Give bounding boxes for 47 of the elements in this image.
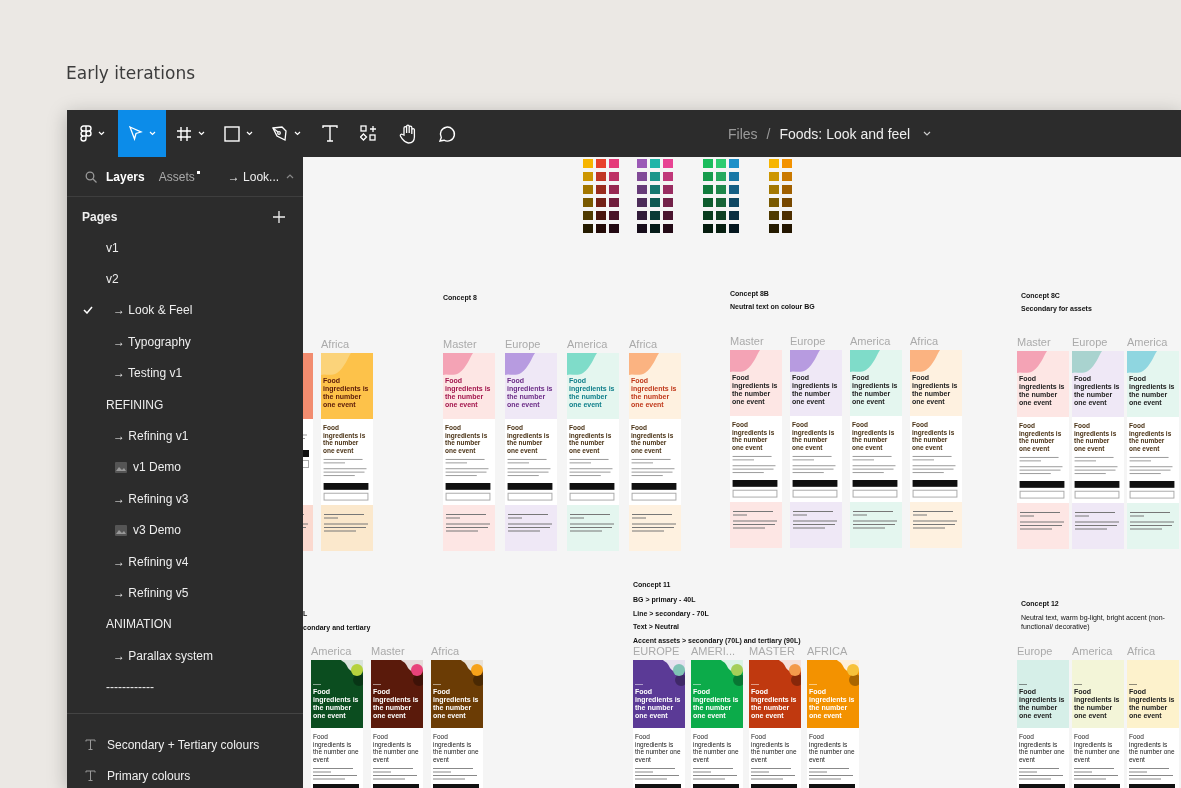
page-switcher[interactable]: → Look... — [227, 169, 280, 184]
variant-label: America — [311, 645, 353, 659]
variant-label: Africa — [1127, 645, 1157, 659]
page-heading: Early iterations — [65, 62, 196, 85]
pages-title: Pages — [82, 209, 118, 224]
page-item[interactable]: ANIMATION — [67, 608, 303, 641]
page-item[interactable]: → Testing v1 — [67, 357, 303, 389]
page-item[interactable]: v3 Demo — [67, 514, 303, 546]
variant-label: AMERI... — [691, 645, 736, 659]
page-item[interactable]: REFINING — [67, 388, 303, 421]
variant-label: Master — [730, 335, 765, 349]
variant-label: Master — [443, 338, 478, 352]
page-item[interactable]: → Typography — [67, 326, 303, 358]
variant-label: AFRICA — [807, 645, 849, 659]
variant-label: Africa — [629, 338, 659, 352]
page-item[interactable]: v2 — [67, 263, 303, 295]
variant-label: America — [1127, 336, 1169, 350]
file-name[interactable]: Foods: Look and feel — [779, 125, 911, 142]
page-item[interactable]: → Parallax system — [67, 640, 303, 672]
variant-label: Europe — [505, 338, 542, 352]
panel-tab[interactable]: Layers — [106, 169, 145, 184]
variant-label: Africa — [431, 645, 461, 659]
variant-label: Master — [1017, 336, 1052, 350]
breadcrumb-separator: / — [766, 125, 771, 142]
layer-item[interactable]: Primary colours — [67, 760, 303, 788]
variant-label: Africa — [910, 335, 940, 349]
variant-label: America — [1072, 645, 1114, 659]
panel-tab[interactable]: Assets — [158, 169, 200, 184]
variant-label: Europe — [1017, 645, 1054, 659]
variant-label: EUROPE — [633, 645, 681, 659]
layer-item[interactable]: Secondary + Tertiary colours — [67, 729, 303, 760]
page-item[interactable]: → Look & Feel — [67, 294, 303, 327]
variant-label: Master — [371, 645, 406, 659]
variant-label: Europe — [790, 335, 827, 349]
page-item[interactable]: → Refining v5 — [67, 577, 303, 609]
page-item[interactable]: ------------ — [67, 671, 303, 703]
page-item[interactable]: → Refining v3 — [67, 483, 303, 515]
page-item[interactable]: v1 Demo — [67, 451, 303, 484]
page-item[interactable]: v1 — [67, 232, 303, 264]
variant-label: Europe — [1072, 336, 1109, 350]
breadcrumb-link[interactable]: Files — [728, 125, 758, 142]
page-item[interactable]: → Refining v4 — [67, 545, 303, 578]
variant-label: America — [567, 338, 609, 352]
variant-label: Africa — [321, 338, 351, 352]
page-item[interactable]: → Refining v1 — [67, 420, 303, 452]
variant-label: America — [850, 335, 892, 349]
variant-label: MASTER — [749, 645, 796, 659]
